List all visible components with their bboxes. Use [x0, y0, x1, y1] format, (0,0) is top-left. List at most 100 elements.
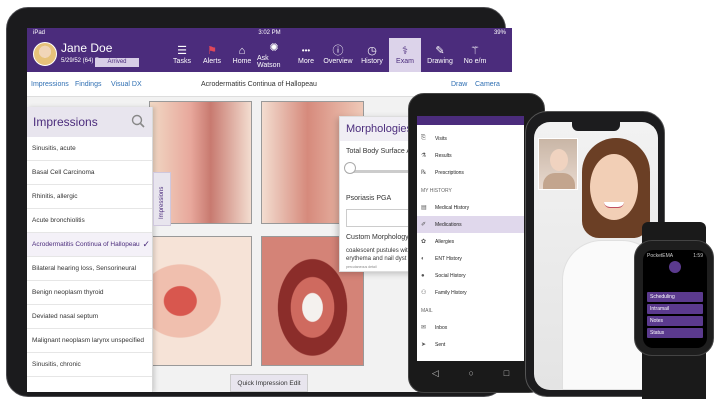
impressions-list: Sinusitis, acute Basal Cell Carcinoma Rhin…: [27, 137, 152, 377]
menu-item-label: Inbox: [435, 324, 448, 331]
morphologies-title: Morphologies: [346, 123, 413, 135]
android-menu-item[interactable]: ⚇ Family History: [417, 284, 524, 301]
overview-label: Overview: [323, 58, 353, 65]
drawing-button[interactable]: ✎ Drawing: [424, 38, 456, 72]
patient-video-thumbnail[interactable]: [538, 138, 578, 190]
impression-item[interactable]: Benign neoplasm thyroid: [27, 281, 152, 305]
doctor-smile: [604, 202, 624, 208]
impression-item[interactable]: Acrodermatitis Continua of Hallopeau ✓: [27, 233, 152, 257]
more-button[interactable]: ••• More: [293, 38, 319, 72]
custom-morphology-label: Custom Morphology: [346, 234, 409, 241]
menu-item-label: Sent: [435, 341, 446, 348]
home-label: Home: [232, 58, 252, 65]
status-time: 3:02 PM: [258, 30, 281, 36]
watch-menu-button[interactable]: Intramail: [647, 304, 703, 314]
android-menu-item[interactable]: ✿ Allergies: [417, 233, 524, 250]
menu-item-label: ENT History: [435, 255, 462, 262]
impression-label: Acrodermatitis Continua of Hallopeau: [32, 240, 140, 248]
impressions-link[interactable]: Impressions: [31, 81, 69, 88]
overview-button[interactable]: ⓘ Overview: [321, 38, 355, 72]
tasks-icon: ☰: [177, 45, 187, 57]
android-menu-item[interactable]: ℞ Prescriptions: [417, 164, 524, 181]
nostril-image[interactable]: [149, 236, 252, 366]
android-menu-item[interactable]: ➤ Sent: [417, 336, 524, 353]
app-logo-icon: [669, 261, 681, 273]
patient-dob: 5/29/52 (64) F: [61, 58, 99, 64]
impression-item[interactable]: Sinusitis, chronic: [27, 353, 152, 377]
recents-icon[interactable]: □: [504, 368, 509, 378]
findings-link[interactable]: Findings: [75, 81, 101, 88]
watch-time: 1:59: [693, 253, 703, 259]
impression-item[interactable]: Deviated nasal septum: [27, 305, 152, 329]
menu-item-icon: ⎘: [421, 135, 426, 141]
alerts-button[interactable]: ⚑ Alerts: [199, 38, 225, 72]
home-button[interactable]: ⌂ Home: [229, 38, 255, 72]
home-circle-icon[interactable]: ○: [469, 368, 474, 378]
alerts-icon: ⚑: [207, 45, 217, 57]
menu-item-icon: ⚇: [421, 290, 427, 296]
android-menu-item[interactable]: ⚗ Results: [417, 147, 524, 164]
watch-menu-button[interactable]: Status: [647, 328, 703, 338]
android-menu-item[interactable]: ◐ ENT History: [417, 250, 524, 267]
android-menu-item[interactable]: ● Social History: [417, 267, 524, 284]
no-em-button[interactable]: ⚚ No e/m: [459, 38, 491, 72]
stethoscope-icon: ⚕: [402, 45, 408, 57]
impression-item[interactable]: Rhinitis, allergic: [27, 185, 152, 209]
menu-item-label: Family History: [435, 289, 467, 296]
impression-item[interactable]: Malignant neoplasm larynx unspecified: [27, 329, 152, 353]
menu-item-icon: ✐: [421, 222, 427, 228]
search-icon[interactable]: [131, 114, 145, 128]
back-icon[interactable]: ◁: [432, 368, 439, 379]
menu-item-label: Prescriptions: [435, 169, 464, 176]
impression-label: Sinusitis, chronic: [32, 360, 81, 368]
android-screen: ⎘ Visits ⚗ Results ℞ Prescriptions MY HISTORY ▤…: [417, 116, 524, 361]
impressions-tab-label: Impressions: [159, 186, 165, 219]
status-badge[interactable]: Arrived: [95, 58, 139, 67]
ask-watson-label: Ask Watson: [257, 54, 281, 69]
menu-item-label: Medical History: [435, 204, 470, 211]
caduceus-icon: ⚚: [470, 45, 480, 57]
ask-watson-button[interactable]: ✺ Ask Watson: [257, 38, 291, 72]
impressions-title: Impressions: [33, 115, 98, 129]
impression-item[interactable]: Sinusitis, acute: [27, 137, 152, 161]
history-button[interactable]: ◷ History: [357, 38, 387, 72]
menu-item-icon: ▤: [421, 205, 427, 211]
impression-item[interactable]: Bilateral hearing loss, Sensorineural: [27, 257, 152, 281]
impressions-drawer-tab[interactable]: Impressions: [153, 172, 171, 226]
status-carrier: iPad: [33, 30, 46, 36]
more-label: More: [298, 58, 314, 65]
pga-label: Psoriasis PGA: [346, 195, 392, 202]
menu-section-heading: MAIL: [421, 308, 433, 314]
impressions-header: Impressions: [27, 107, 152, 137]
android-menu-item[interactable]: ▤ Medical History: [417, 199, 524, 216]
product-showcase: iPad 3:02 PM 39% Jane Doe 5/29/52 (64) F…: [0, 0, 715, 399]
clock-icon: ◷: [367, 45, 377, 57]
checkmark-icon: ✓: [142, 239, 150, 249]
patient-avatar[interactable]: [33, 42, 57, 66]
menu-item-label: Medications: [435, 221, 462, 228]
android-menu-item[interactable]: ✐ Medications: [417, 216, 524, 233]
drawing-label: Drawing: [427, 58, 453, 65]
tbsa-slider-knob[interactable]: [344, 162, 356, 174]
watch-menu-button[interactable]: Notes: [647, 316, 703, 326]
fine-print: percutaneous detail: [346, 265, 377, 269]
doctor-face: [590, 154, 638, 220]
quick-impression-edit-button[interactable]: Quick Impression Edit: [230, 374, 308, 392]
visual-dx-link[interactable]: Visual DX: [111, 81, 142, 88]
impression-item[interactable]: Basal Cell Carcinoma: [27, 161, 152, 185]
draw-link[interactable]: Draw: [451, 81, 467, 88]
tasks-button[interactable]: ☰ Tasks: [169, 38, 195, 72]
impression-label: Bilateral hearing loss, Sensorineural: [32, 264, 137, 272]
impression-item[interactable]: Acute bronchiolitis: [27, 209, 152, 233]
impressions-panel: Impressions Sinusitis, acute Basal Cell C…: [27, 107, 153, 392]
status-battery: 39%: [493, 30, 506, 36]
menu-item-icon: ✉: [421, 325, 427, 331]
android-menu-item[interactable]: ⎘ Visits: [417, 130, 524, 147]
tasks-label: Tasks: [173, 58, 191, 65]
android-menu-item[interactable]: ✉ Inbox: [417, 319, 524, 336]
exam-button[interactable]: ⚕ Exam: [389, 38, 421, 72]
menu-item-icon: ℞: [421, 170, 427, 176]
watch-menu-button[interactable]: Scheduling: [647, 292, 703, 302]
pencil-icon: ✎: [435, 45, 445, 57]
camera-link[interactable]: Camera: [475, 81, 500, 88]
